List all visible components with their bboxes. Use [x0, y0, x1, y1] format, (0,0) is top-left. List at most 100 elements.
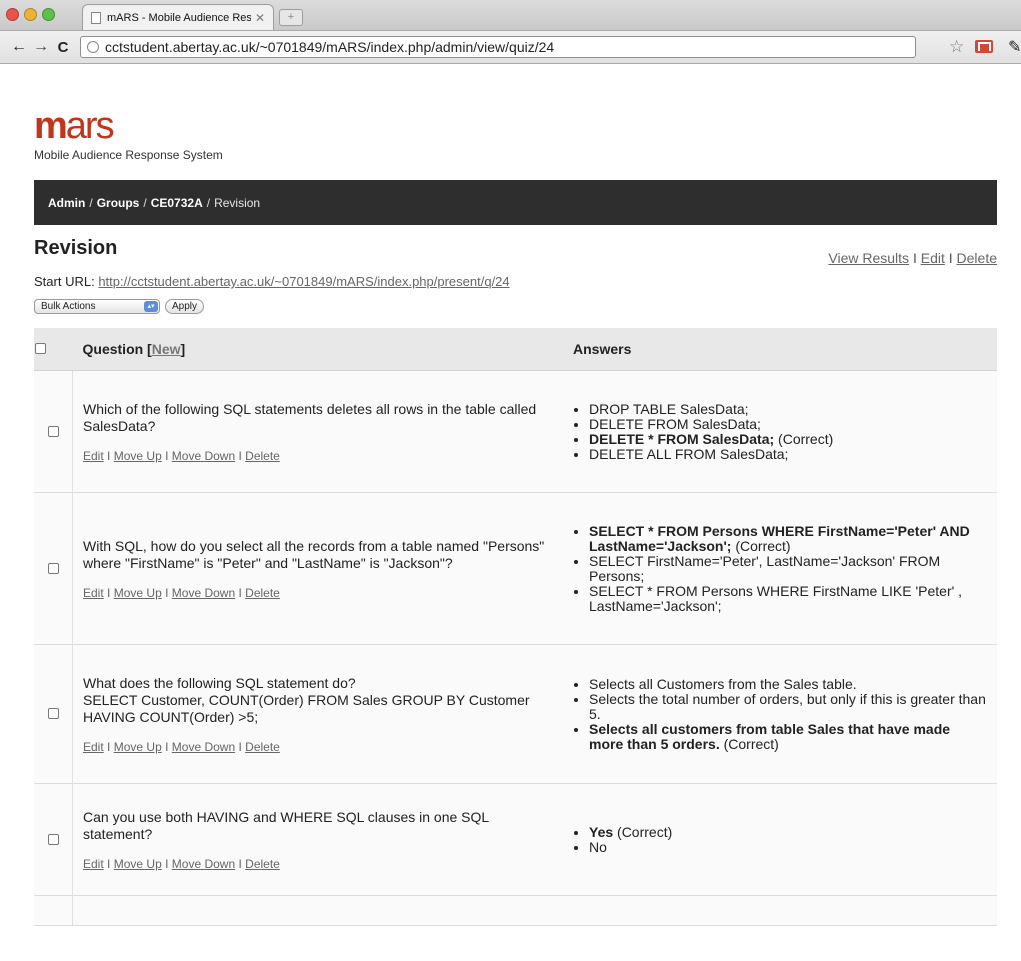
site-info-icon[interactable]: [87, 41, 99, 53]
answer-item: SELECT * FROM Persons WHERE FirstName='P…: [589, 523, 987, 554]
bulk-actions-value: Bulk Actions: [41, 301, 96, 312]
answers-list: Selects all Customers from the Sales tab…: [573, 675, 987, 752]
move-up-link[interactable]: Move Up: [114, 449, 162, 463]
move-up-link[interactable]: Move Up: [114, 740, 162, 754]
table-row: Which of the following SQL statements de…: [34, 370, 997, 493]
edit-quiz-link[interactable]: Edit: [921, 250, 945, 266]
move-down-link[interactable]: Move Down: [172, 449, 235, 463]
start-url-link[interactable]: http://cctstudent.abertay.ac.uk/~0701849…: [98, 274, 509, 289]
move-down-link[interactable]: Move Down: [172, 740, 235, 754]
answer-item: Yes (Correct): [589, 824, 987, 840]
question-text: With SQL, how do you select all the reco…: [83, 537, 545, 571]
breadcrumb-group[interactable]: CE0732A: [151, 196, 203, 210]
answers-cell: Yes (Correct)No: [563, 783, 997, 896]
breadcrumb-admin[interactable]: Admin: [48, 196, 85, 210]
answer-text: Selects all Customers from the Sales tab…: [589, 675, 857, 692]
answer-item: DELETE ALL FROM SalesData;: [589, 446, 987, 462]
row-actions: Edit I Move Up I Move Down I Delete: [83, 586, 553, 600]
close-window-button[interactable]: [6, 8, 19, 21]
bulk-actions: Bulk Actions ▴▾ Apply: [34, 299, 997, 314]
edit-question-link[interactable]: Edit: [83, 449, 104, 463]
breadcrumb: Admin / Groups / CE0732A / Revision: [34, 180, 997, 225]
zoom-window-button[interactable]: [42, 8, 55, 21]
action-separator: I: [238, 585, 242, 600]
answer-item: DELETE FROM SalesData;: [589, 415, 987, 432]
edit-question-link[interactable]: Edit: [83, 857, 104, 871]
reload-icon[interactable]: C: [52, 39, 74, 56]
answer-text: DELETE FROM SalesData;: [589, 415, 761, 432]
row-checkbox[interactable]: [47, 562, 59, 574]
action-separator: I: [107, 448, 111, 463]
question-header-label: Question: [82, 341, 144, 357]
table-header-row: Question [New] Answers: [34, 328, 997, 371]
page-content: mars Mobile Audience Response System Adm…: [0, 107, 1021, 926]
question-column-header: Question [New]: [72, 328, 563, 371]
question-text: What does the following SQL statement do…: [83, 674, 530, 725]
table-row: Can you use both HAVING and WHERE SQL cl…: [34, 783, 997, 896]
bookmark-star-icon[interactable]: ☆: [949, 37, 964, 57]
breadcrumb-separator: /: [89, 195, 93, 210]
gmail-icon[interactable]: [975, 40, 993, 53]
row-checkbox[interactable]: [47, 425, 59, 437]
address-text[interactable]: cctstudent.abertay.ac.uk/~0701849/mARS/i…: [105, 39, 554, 55]
select-arrows-icon: ▴▾: [144, 301, 158, 312]
tab-close-icon[interactable]: ✕: [255, 11, 265, 25]
delete-question-link[interactable]: Delete: [245, 449, 280, 463]
bulk-actions-select[interactable]: Bulk Actions ▴▾: [34, 299, 160, 314]
delete-question-link[interactable]: Delete: [245, 586, 280, 600]
quiz-actions: View Results I Edit I Delete: [828, 250, 997, 266]
select-all-checkbox[interactable]: [35, 343, 46, 354]
action-separator: I: [165, 448, 169, 463]
action-separator: I: [948, 250, 953, 266]
table-row: What does the following SQL statement do…: [34, 644, 997, 784]
site-logo[interactable]: mars: [34, 107, 997, 145]
edit-question-link[interactable]: Edit: [83, 586, 104, 600]
action-separator: I: [165, 739, 169, 754]
apply-button[interactable]: Apply: [165, 299, 205, 314]
browser-tab-bar: mARS - Mobile Audience Res ✕ +: [0, 0, 1021, 31]
move-up-link[interactable]: Move Up: [114, 586, 162, 600]
start-url-label: Start URL:: [34, 274, 95, 289]
breadcrumb-groups[interactable]: Groups: [97, 196, 140, 210]
breadcrumb-separator: /: [206, 195, 211, 210]
new-tab-button[interactable]: +: [279, 9, 303, 26]
forward-icon[interactable]: →: [30, 38, 52, 56]
action-separator: I: [165, 585, 169, 600]
answer-item: SELECT FirstName='Peter', LastName='Jack…: [589, 553, 987, 584]
answer-item: DELETE * FROM SalesData; (Correct): [589, 431, 987, 447]
answers-cell: Selects all Customers from the Sales tab…: [563, 644, 997, 784]
delete-question-link[interactable]: Delete: [245, 740, 280, 754]
minimize-window-button[interactable]: [24, 8, 37, 21]
view-results-link[interactable]: View Results: [828, 250, 909, 266]
edit-question-link[interactable]: Edit: [83, 740, 104, 754]
wrench-icon[interactable]: ✎: [1008, 37, 1021, 57]
browser-toolbar: ← → C cctstudent.abertay.ac.uk/~0701849/…: [0, 31, 1021, 64]
delete-question-link[interactable]: Delete: [245, 857, 280, 871]
back-icon[interactable]: ←: [8, 38, 30, 56]
address-bar[interactable]: cctstudent.abertay.ac.uk/~0701849/mARS/i…: [80, 36, 916, 58]
answers-list: Yes (Correct)No: [573, 824, 987, 855]
tab-title: mARS - Mobile Audience Res: [107, 11, 251, 24]
row-checkbox[interactable]: [47, 708, 59, 719]
move-down-link[interactable]: Move Down: [172, 586, 235, 600]
move-down-link[interactable]: Move Down: [172, 857, 235, 871]
new-question-link[interactable]: New: [152, 341, 181, 357]
answer-text: Selects the total number of orders, but …: [589, 690, 986, 722]
question-text: Which of the following SQL statements de…: [83, 400, 537, 434]
row-checkbox-cell: [34, 370, 73, 493]
table-row: [34, 895, 997, 926]
page-title: Revision: [34, 237, 118, 259]
answers-list: DROP TABLE SalesData;DELETE FROM SalesDa…: [573, 401, 987, 462]
delete-quiz-link[interactable]: Delete: [957, 250, 997, 266]
move-up-link[interactable]: Move Up: [114, 857, 162, 871]
answer-text: No: [589, 838, 607, 855]
row-checkbox-cell: [34, 783, 73, 896]
row-checkbox[interactable]: [47, 833, 59, 845]
start-url: Start URL: http://cctstudent.abertay.ac.…: [34, 274, 997, 289]
question-text: Can you use both HAVING and WHERE SQL cl…: [83, 808, 489, 842]
browser-tab[interactable]: mARS - Mobile Audience Res ✕: [82, 4, 274, 30]
answer-item: No: [589, 838, 987, 855]
answer-item: Selects the total number of orders, but …: [589, 690, 987, 722]
answers-cell: SELECT * FROM Persons WHERE FirstName='P…: [563, 492, 997, 645]
questions-table: Question [New] Answers Which of the foll…: [34, 328, 997, 926]
